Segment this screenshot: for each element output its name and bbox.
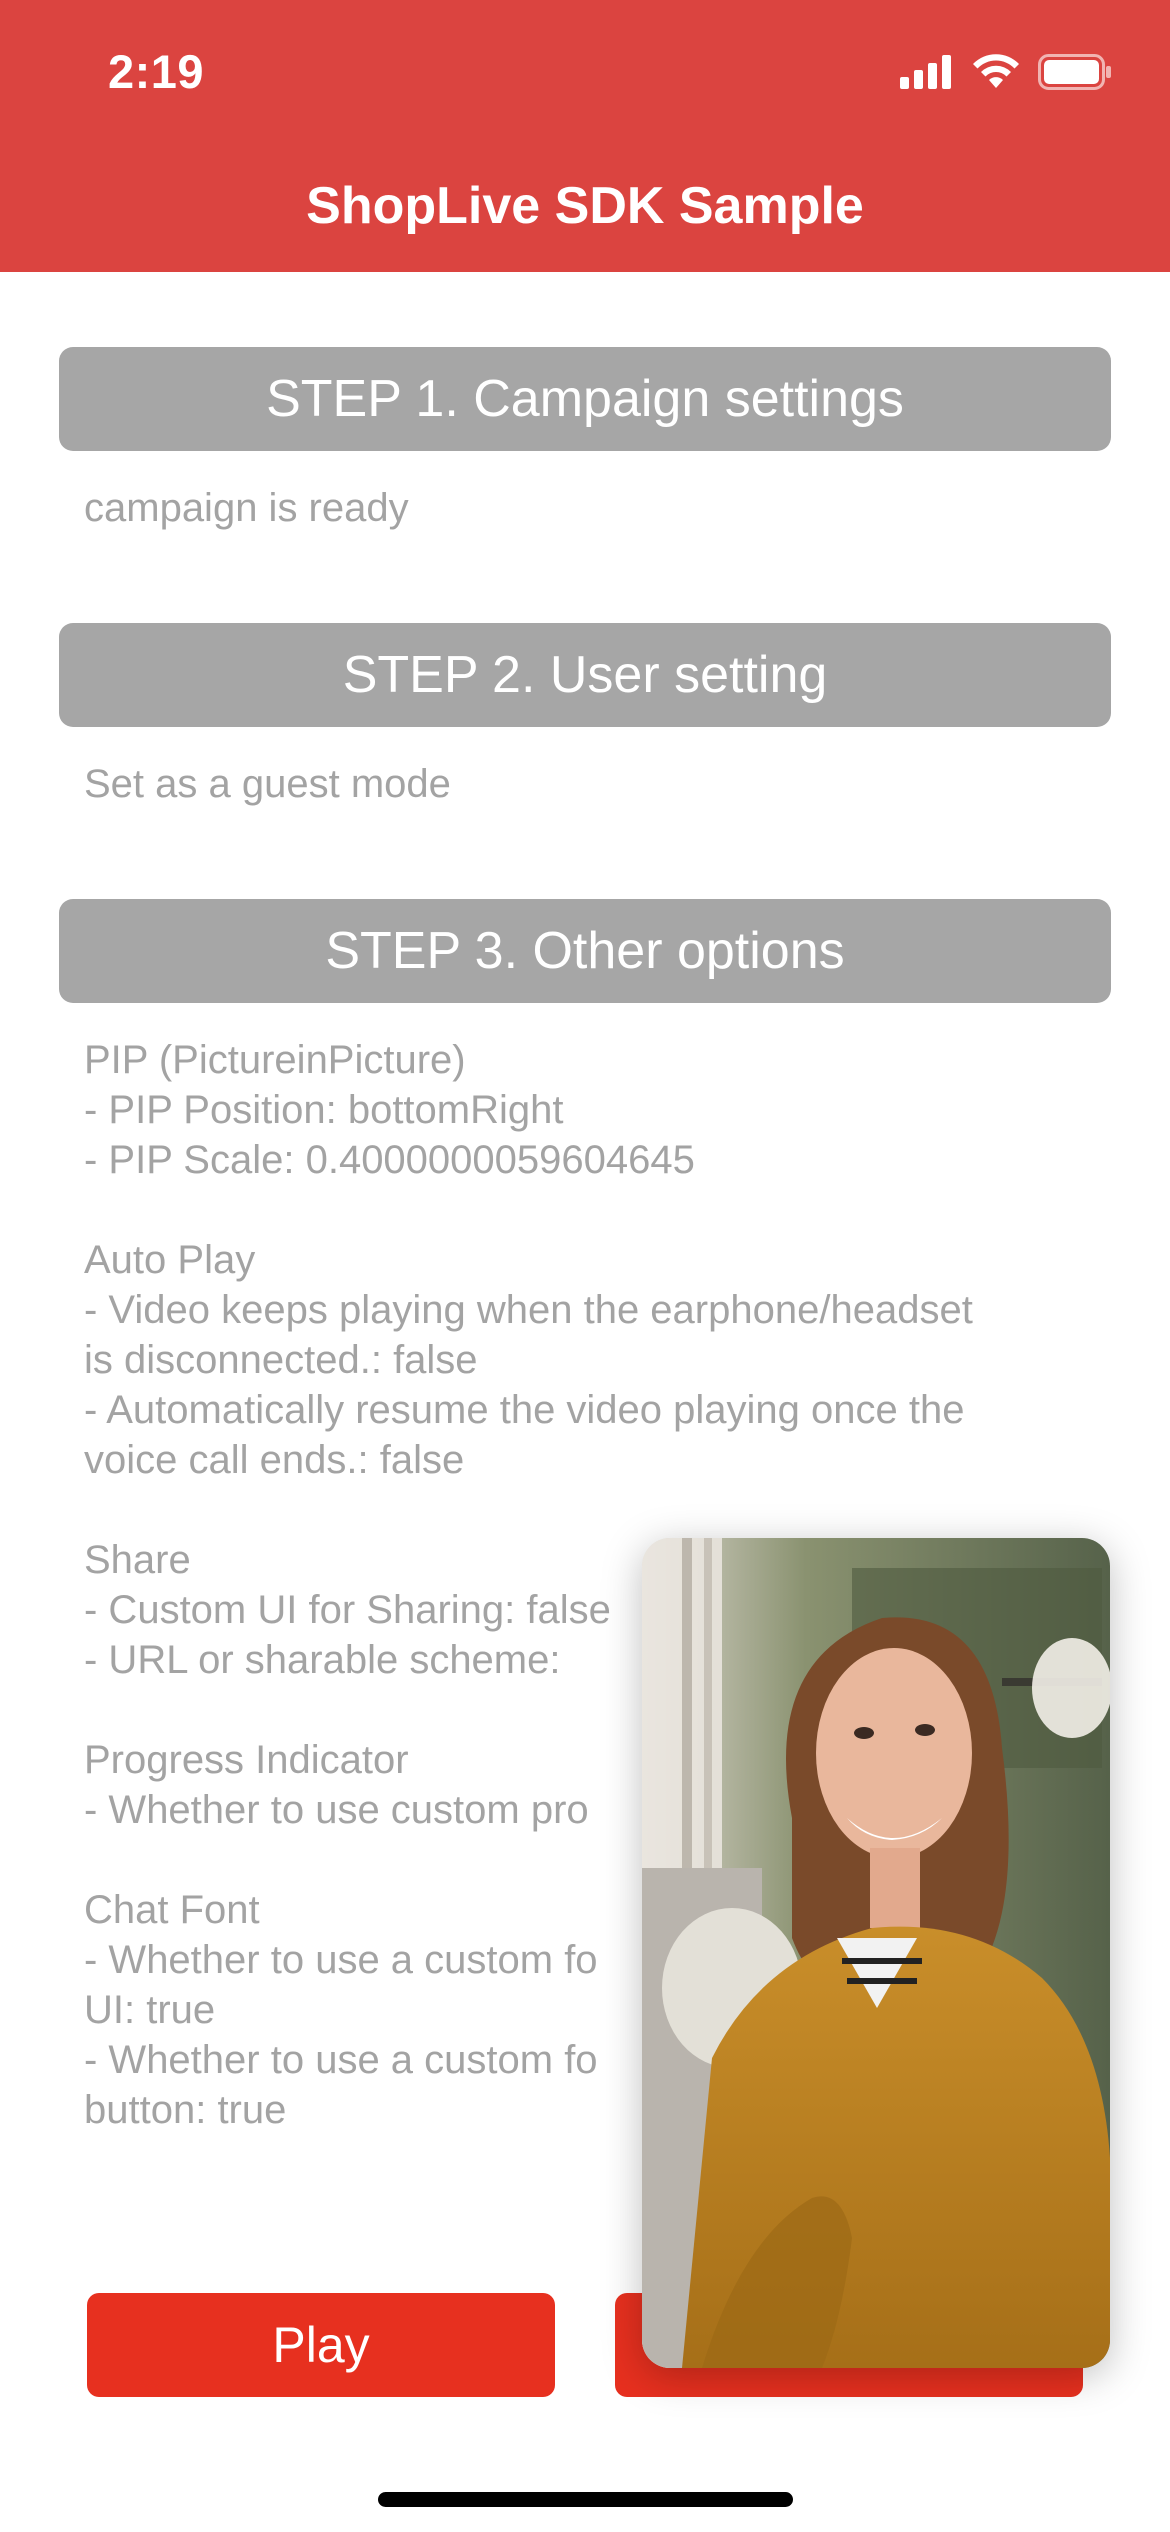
status-time: 2:19: [108, 45, 205, 98]
home-indicator[interactable]: [378, 2492, 793, 2507]
step1-campaign-settings-button[interactable]: STEP 1. Campaign settings: [59, 347, 1111, 451]
step3-other-options-button[interactable]: STEP 3. Other options: [59, 899, 1111, 1003]
option-line: [84, 1185, 1104, 1235]
pip-video-frame: [642, 1538, 1110, 2368]
step2-status-text: Set as a guest mode: [84, 762, 451, 806]
option-line: voice call ends.: false: [84, 1438, 465, 1482]
option-line: - PIP Scale: 0.4000000059604645: [84, 1138, 695, 1182]
status-icons: [900, 52, 1112, 92]
page-title: ShopLive SDK Sample: [306, 177, 864, 235]
option-line: [84, 1485, 1104, 1535]
option-line: - Video keeps playing when the earphone/…: [84, 1288, 973, 1332]
option-line: - Automatically resume the video playing…: [84, 1388, 965, 1432]
step2-user-setting-button[interactable]: STEP 2. User setting: [59, 623, 1111, 727]
cellular-signal-icon: [900, 55, 951, 89]
wifi-icon: [973, 54, 1019, 88]
option-line: Auto Play: [84, 1238, 256, 1282]
option-line: PIP (PictureinPicture): [84, 1038, 466, 1082]
option-line: - PIP Position: bottomRight: [84, 1088, 564, 1132]
play-button[interactable]: Play: [87, 2293, 555, 2397]
navigation-header: 2:19 ShopLive SDK Sample: [0, 0, 1170, 272]
step1-status-text: campaign is ready: [84, 486, 409, 530]
option-line: is disconnected.: false: [84, 1338, 478, 1382]
battery-icon: [1038, 54, 1111, 90]
pip-video-player[interactable]: [642, 1538, 1110, 2368]
